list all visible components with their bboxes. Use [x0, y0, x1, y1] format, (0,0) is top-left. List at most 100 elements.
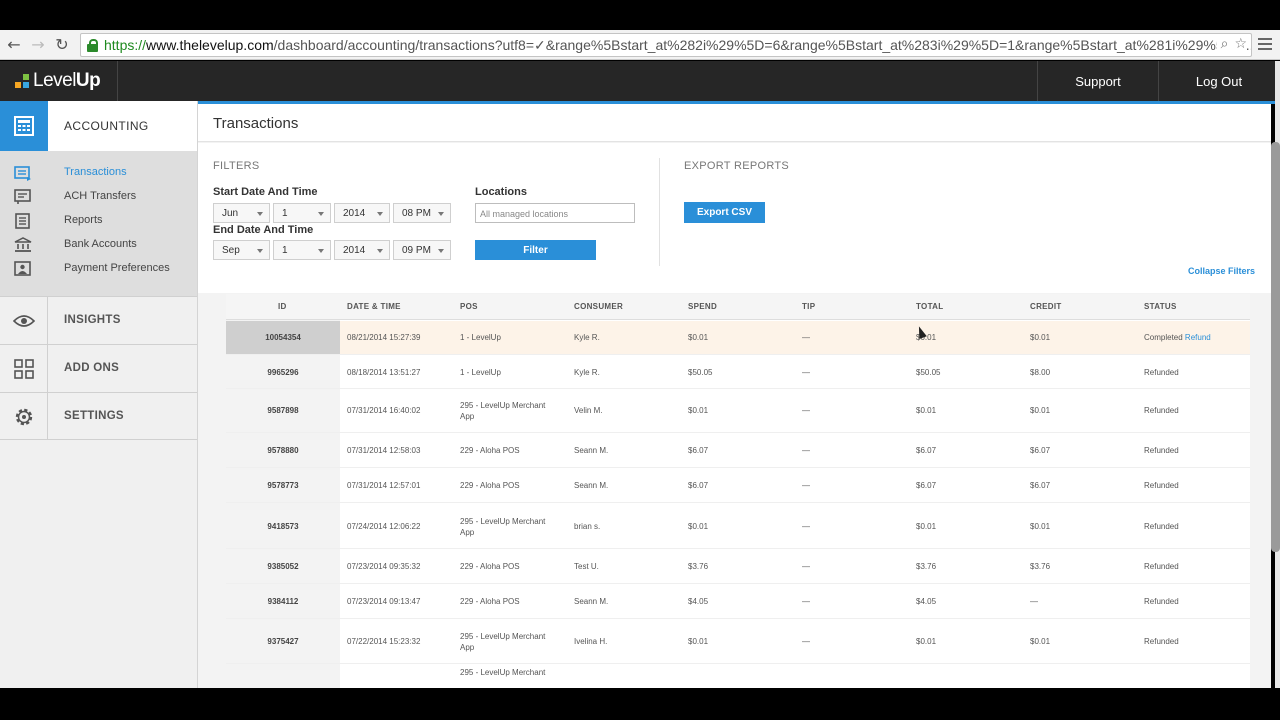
cell-id[interactable]: 10054354	[226, 321, 340, 354]
table-row[interactable]: 9965296 08/18/2014 13:51:27 1 - LevelUp Kyl…	[226, 356, 1250, 389]
table-row[interactable]: 9385052 07/23/2014 09:35:32 229 - Aloha PO…	[226, 550, 1250, 584]
cell-consumer: Seann M.	[574, 446, 609, 455]
sidebar-item-ach-transfers[interactable]: ACH Transfers	[0, 185, 197, 209]
zoom-icon[interactable]: ⌕	[1221, 36, 1229, 52]
table-row[interactable]: 9587898 07/31/2014 16:40:02 295 - LevelUp …	[226, 389, 1250, 433]
cell-credit: —	[1030, 597, 1038, 606]
levelup-logo[interactable]: LevelUp	[0, 61, 118, 101]
page-title: Transactions	[213, 115, 299, 132]
locations-input[interactable]: All managed locations	[475, 203, 635, 223]
browser-menu-icon[interactable]	[1258, 38, 1272, 53]
col-header-datetime[interactable]: DATE & TIME	[347, 302, 401, 311]
cell-id[interactable]: 9375427	[226, 620, 340, 663]
table-row[interactable]: 9384112 07/23/2014 09:13:47 229 - Aloha PO…	[226, 585, 1250, 619]
cell-pos: 295 - LevelUp Merchant App	[460, 401, 546, 421]
cell-credit: $6.07	[1030, 481, 1051, 490]
logout-link[interactable]: Log Out	[1158, 61, 1279, 101]
cell-status: Refunded	[1144, 405, 1179, 416]
col-header-id[interactable]: ID	[278, 302, 287, 311]
cell-id[interactable]: 9418573	[226, 504, 340, 548]
sidebar-item-add-ons[interactable]: ADD ONS	[0, 344, 197, 392]
col-header-consumer[interactable]: CONSUMER	[574, 302, 623, 311]
accounting-submenu: Transactions ACH Transfers Reports Bank …	[0, 151, 197, 296]
col-header-status[interactable]: STATUS	[1144, 302, 1177, 311]
cell-spend: $0.01	[688, 637, 709, 646]
cell-status: Refunded	[1144, 636, 1179, 647]
table-row[interactable]: 9418573 07/24/2014 12:06:22 295 - LevelUp …	[226, 504, 1250, 549]
cell-consumer: Seann M.	[574, 597, 609, 606]
refund-link[interactable]: Refund	[1185, 333, 1211, 342]
collapse-filters-link[interactable]: Collapse Filters	[1188, 266, 1255, 276]
bookmark-star-icon[interactable]: ☆	[1234, 36, 1247, 52]
col-header-tip[interactable]: TIP	[802, 302, 815, 311]
cell-id[interactable]: 9578773	[226, 469, 340, 502]
cell-tip: —	[802, 637, 810, 646]
table-row[interactable]: 295 - LevelUp Merchant	[226, 665, 1250, 688]
support-link[interactable]: Support	[1037, 61, 1158, 101]
cell-spend: $6.07	[688, 481, 709, 490]
cell-pos: 229 - Aloha POS	[460, 446, 520, 455]
end-day-select[interactable]: 1	[273, 240, 331, 260]
chevron-down-icon	[438, 212, 444, 216]
start-date-label: Start Date And Time	[213, 186, 318, 198]
end-time-select[interactable]: 09 PM	[393, 240, 451, 260]
app-header: LevelUp Support Log Out	[0, 61, 1275, 101]
cell-id[interactable]: 9578880	[226, 434, 340, 467]
cell-tip: —	[802, 446, 810, 455]
cell-consumer: Velin M.	[574, 406, 603, 415]
sidebar-item-bank-accounts[interactable]: Bank Accounts	[0, 233, 197, 257]
reload-icon[interactable]: ↻	[50, 33, 74, 57]
col-header-spend[interactable]: SPEND	[688, 302, 717, 311]
bank-icon	[14, 237, 32, 252]
cell-id[interactable]: 9965296	[226, 356, 340, 388]
cell-pos: 295 - LevelUp Merchant	[460, 668, 546, 677]
end-year-select[interactable]: 2014	[334, 240, 390, 260]
sidebar-item-reports[interactable]: Reports	[0, 209, 197, 233]
start-month-select[interactable]: Jun	[213, 203, 270, 223]
bottom-frame	[0, 688, 1280, 720]
start-year-select[interactable]: 2014	[334, 203, 390, 223]
table-row[interactable]: 10054354 08/21/2014 15:27:39 1 - LevelUp Ky…	[226, 321, 1250, 355]
locations-label: Locations	[475, 186, 527, 198]
col-header-total[interactable]: TOTAL	[916, 302, 943, 311]
sidebar-item-accounting[interactable]: ACCOUNTING	[0, 101, 197, 151]
cell-id[interactable]: 9587898	[226, 389, 340, 432]
cell-id[interactable]	[226, 665, 340, 688]
start-time-select[interactable]: 08 PM	[393, 203, 451, 223]
sidebar-item-payment-preferences[interactable]: Payment Preferences	[0, 257, 197, 281]
table-row[interactable]: 9578880 07/31/2014 12:58:03 229 - Aloha PO…	[226, 434, 1250, 468]
sidebar-item-insights[interactable]: INSIGHTS	[0, 296, 197, 344]
scrollbar-thumb[interactable]	[1271, 142, 1280, 552]
address-bar[interactable]: https:// www.thelevelup.com /dashboard/a…	[80, 33, 1252, 57]
cell-id[interactable]: 9385052	[226, 550, 340, 583]
filter-button[interactable]: Filter	[475, 240, 596, 260]
table-row[interactable]: 9578773 07/31/2014 12:57:01 229 - Aloha PO…	[226, 469, 1250, 503]
sidebar-label-ach-transfers: ACH Transfers	[64, 190, 137, 202]
col-header-credit[interactable]: CREDIT	[1030, 302, 1062, 311]
cell-status: Refunded	[1144, 480, 1179, 491]
chevron-down-icon	[377, 249, 383, 253]
cell-id[interactable]: 9384112	[226, 585, 340, 618]
cell-total: $0.01	[916, 521, 937, 531]
end-month-select[interactable]: Sep	[213, 240, 270, 260]
eye-icon	[0, 297, 48, 344]
transactions-icon	[14, 166, 31, 181]
col-header-pos[interactable]: POS	[460, 302, 478, 311]
cell-tip: —	[802, 367, 810, 377]
cell-total: $50.05	[916, 367, 941, 377]
export-csv-button[interactable]: Export CSV	[684, 202, 765, 223]
table-row[interactable]: 9375427 07/22/2014 15:23:32 295 - LevelUp …	[226, 620, 1250, 664]
forward-arrow-icon[interactable]: →	[26, 33, 50, 57]
sidebar-item-transactions[interactable]: Transactions	[0, 161, 197, 185]
cell-consumer: Seann M.	[574, 481, 609, 490]
start-day-select[interactable]: 1	[273, 203, 331, 223]
sidebar-item-settings[interactable]: SETTINGS	[0, 392, 197, 440]
back-arrow-icon[interactable]: ←	[2, 33, 26, 57]
grid-icon	[0, 345, 48, 392]
cell-consumer: Ivelina H.	[574, 637, 608, 646]
cell-datetime: 07/24/2014 12:06:22	[347, 521, 421, 531]
status-text: Refunded	[1144, 406, 1179, 415]
status-text: Refunded	[1144, 562, 1179, 571]
cell-status: Refunded	[1144, 367, 1179, 378]
calculator-icon	[0, 101, 48, 151]
